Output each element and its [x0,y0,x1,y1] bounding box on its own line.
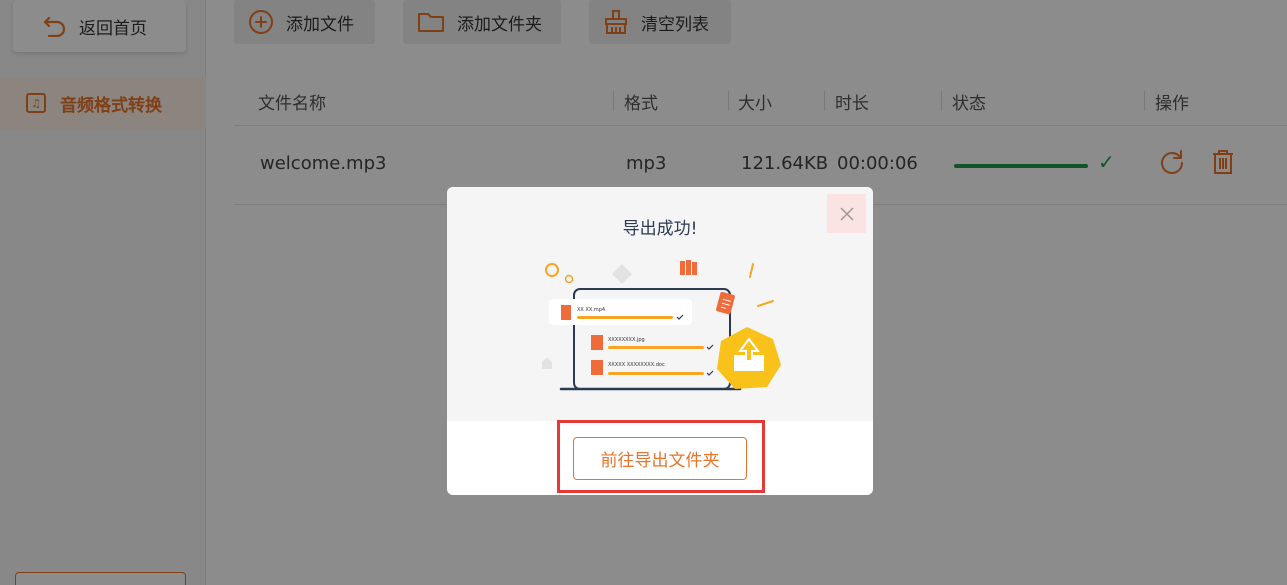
illustration-file-label: XXXXXXXX.jpg [608,337,645,343]
decor-sparkle-icon [749,263,754,278]
file-icon [561,305,571,320]
decor-diamond-icon [612,264,632,284]
decor-upload-icon [542,357,552,369]
file-row-card: XX XX.mp4 [549,299,692,325]
document-icon [716,291,735,315]
file-row-card: XXXXX XXXXXXXX.doc [591,360,714,376]
decor-circle-icon [545,263,559,277]
file-icon [591,360,603,375]
export-success-dialog: 导出成功! XX XX.mp4 XXXXXXXX.jpg XXXXX XXXXX… [447,187,873,495]
check-icon [706,344,714,350]
decor-sparkle-icon [757,300,774,307]
book-stack-icon [680,260,697,275]
open-export-folder-button[interactable]: 前往导出文件夹 [573,437,747,480]
file-icon [591,335,603,350]
file-row-card: XXXXXXXX.jpg [591,335,714,350]
export-success-illustration: XX XX.mp4 XXXXXXXX.jpg XXXXX XXXXXXXX.do… [542,260,781,391]
decor-circle-icon [564,274,574,284]
dialog-title: 导出成功! [622,219,698,239]
export-badge-icon [717,327,781,389]
illustration-file-label: XXXXX XXXXXXXX.doc [608,362,665,368]
check-icon [706,370,714,376]
illustration-file-label: XX XX.mp4 [577,307,605,313]
close-button[interactable] [827,194,866,233]
close-icon [839,206,854,221]
